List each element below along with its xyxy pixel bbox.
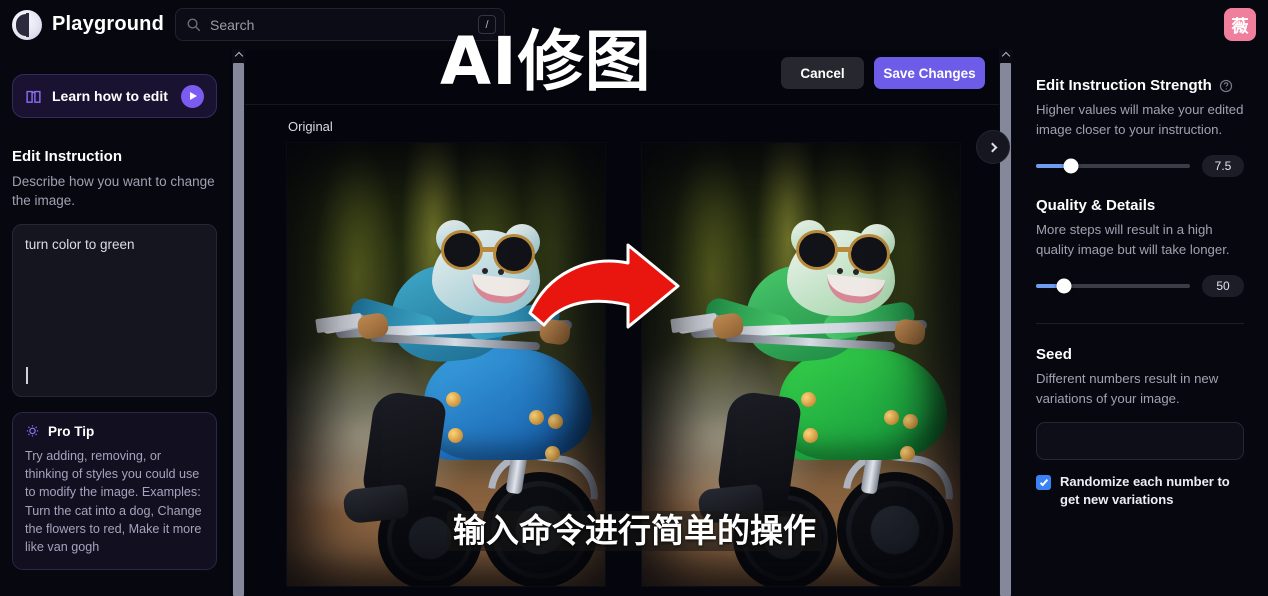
search-placeholder: Search	[210, 16, 255, 33]
quality-description: More steps will result in a high quality…	[1036, 222, 1230, 257]
pro-tip-card: Pro Tip Try adding, removing, or thinkin…	[12, 412, 217, 571]
randomize-seed-label: Randomize each number to get new variati…	[1060, 474, 1230, 507]
seed-input[interactable]	[1036, 422, 1244, 460]
seed-section: Seed Different numbers result in new var…	[1036, 346, 1244, 509]
cancel-button[interactable]: Cancel	[781, 57, 864, 89]
seed-title: Seed	[1036, 346, 1072, 363]
play-icon[interactable]	[181, 84, 204, 108]
quality-section: Quality & Details More steps will result…	[1036, 197, 1244, 297]
original-label: Original	[288, 119, 333, 134]
pro-tip-body: Try adding, removing, or thinking of sty…	[25, 449, 202, 555]
strength-slider-row: 7.5	[1036, 155, 1244, 177]
quality-slider-knob[interactable]	[1056, 278, 1072, 294]
quality-slider[interactable]	[1036, 278, 1190, 294]
red-curved-arrow-icon	[528, 243, 680, 329]
save-changes-button[interactable]: Save Changes	[874, 57, 985, 89]
randomize-seed-row[interactable]: Randomize each number to get new variati…	[1036, 473, 1244, 509]
strength-slider-knob[interactable]	[1063, 158, 1079, 174]
playground-image-editor: Playground Search / 薇 Learn how to edit …	[0, 0, 1268, 596]
lightbulb-icon	[26, 425, 39, 437]
learn-how-to-edit-button[interactable]: Learn how to edit	[12, 74, 217, 118]
help-circle-icon[interactable]	[1219, 79, 1233, 93]
overlay-caption: 输入命令进行简单的操作	[447, 511, 822, 551]
strength-description: Higher values will make your edited imag…	[1036, 102, 1244, 137]
quality-value: 50	[1202, 275, 1244, 297]
edit-instruction-title: Edit Instruction	[12, 148, 122, 165]
playground-logo-icon	[12, 9, 42, 40]
chevron-right-icon	[987, 142, 997, 152]
text-caret	[26, 367, 28, 384]
strength-title: Edit Instruction Strength	[1036, 77, 1244, 94]
pro-tip-title: Pro Tip	[48, 424, 95, 439]
search-icon	[187, 18, 201, 32]
brand[interactable]: Playground	[12, 9, 165, 40]
scroll-up-arrow-icon[interactable]	[999, 49, 1012, 61]
section-divider	[1036, 323, 1244, 324]
edit-instruction-description: Describe how you want to change the imag…	[12, 174, 215, 208]
strength-title-text: Edit Instruction Strength	[1036, 77, 1212, 94]
scrollbar-thumb[interactable]	[233, 63, 244, 596]
scroll-up-arrow-icon[interactable]	[232, 49, 245, 61]
book-icon	[26, 90, 41, 103]
brand-name: Playground	[52, 13, 165, 35]
overlay-title: AI修图	[440, 23, 652, 100]
learn-how-to-edit-label: Learn how to edit	[52, 88, 168, 104]
randomize-seed-checkbox[interactable]	[1036, 475, 1051, 490]
quality-slider-row: 50	[1036, 275, 1244, 297]
settings-panel: Edit Instruction Strength Higher values …	[1012, 49, 1268, 596]
edit-instruction-value: turn color to green	[25, 237, 135, 252]
left-sidebar: Learn how to edit Edit Instruction Descr…	[0, 49, 229, 596]
avatar[interactable]: 薇	[1224, 8, 1256, 41]
edit-instruction-textarea[interactable]: turn color to green	[12, 224, 217, 397]
next-image-button[interactable]	[976, 130, 1010, 164]
left-scrollbar[interactable]	[232, 49, 245, 596]
strength-slider[interactable]	[1036, 158, 1190, 174]
seed-description: Different numbers result in new variatio…	[1036, 371, 1219, 406]
pro-tip-header: Pro Tip	[25, 424, 204, 439]
strength-value: 7.5	[1202, 155, 1244, 177]
quality-title: Quality & Details	[1036, 197, 1156, 214]
